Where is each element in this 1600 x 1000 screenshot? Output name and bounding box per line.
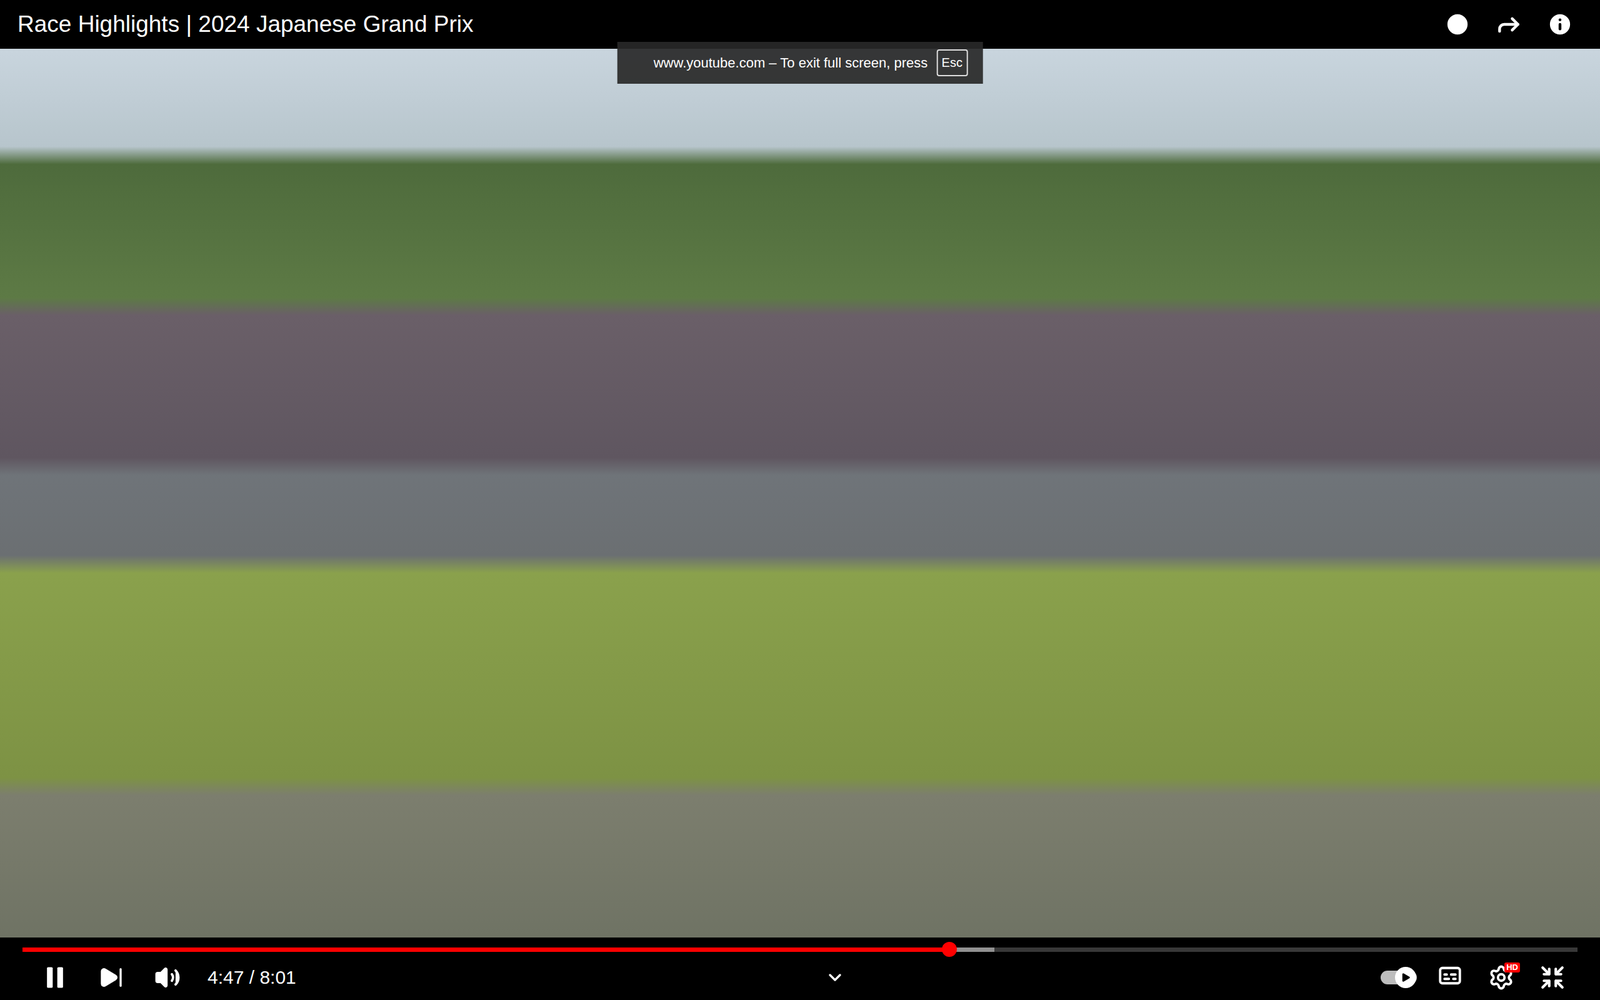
video-title[interactable]: Race Highlights | 2024 Japanese Grand Pr…: [17, 11, 474, 38]
left-controls: 4:47 / 8:01: [30, 955, 297, 1000]
volume-icon: [154, 964, 181, 991]
play-icon: [1400, 971, 1412, 984]
next-icon: [98, 965, 124, 990]
settings-button[interactable]: HD: [1476, 955, 1527, 1000]
volume-button[interactable]: [142, 955, 193, 1000]
watch-later-button[interactable]: [1432, 1, 1483, 47]
play-pause-button[interactable]: [30, 955, 80, 1000]
next-button[interactable]: [86, 955, 137, 1000]
autoplay-thumb: [1395, 966, 1417, 989]
captions-wrap: [1436, 962, 1464, 994]
time-display: 4:47 / 8:01: [207, 966, 297, 989]
info-icon: [1546, 10, 1574, 39]
share-button[interactable]: [1483, 1, 1534, 47]
info-button[interactable]: [1535, 1, 1585, 47]
control-bar: 4:47 / 8:01 HD: [0, 937, 1600, 1000]
video-frame[interactable]: [0, 48, 1600, 938]
chevron-down-icon: [825, 967, 845, 988]
top-actions: [1432, 1, 1585, 47]
progress-row: [0, 937, 1600, 955]
pause-icon: [41, 963, 69, 992]
notice-text: www.youtube.com – To exit full screen, p…: [653, 55, 929, 72]
played-fill: [22, 947, 950, 952]
chapters-button[interactable]: [816, 955, 854, 1000]
scrubber-handle[interactable]: [941, 941, 957, 957]
progress-bar[interactable]: [22, 947, 1578, 952]
esc-key: Esc: [936, 49, 968, 77]
fullscreen-notice: www.youtube.com – To exit full screen, p…: [617, 41, 984, 84]
exit-fullscreen-icon: [1539, 964, 1566, 991]
center-controls: [816, 955, 854, 1000]
quality-badge: HD: [1504, 962, 1520, 973]
captions-button[interactable]: [1425, 955, 1475, 1000]
autoplay-toggle[interactable]: [1373, 955, 1424, 1000]
controls-row: 4:47 / 8:01 HD: [0, 955, 1600, 1000]
captions-icon: [1436, 962, 1464, 989]
clock-icon: [1443, 10, 1472, 39]
fullscreen-button[interactable]: [1527, 955, 1578, 1000]
autoplay-switch: [1380, 970, 1417, 985]
share-arrow-icon: [1495, 10, 1523, 39]
video-player: Race Highlights | 2024 Japanese Grand Pr…: [0, 0, 1600, 1000]
right-controls: HD: [1373, 955, 1578, 1000]
